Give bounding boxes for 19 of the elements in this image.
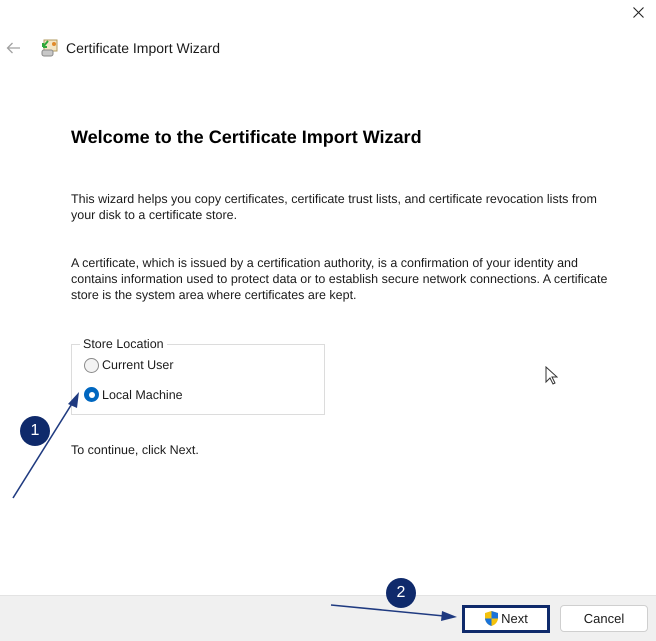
callout-badge: 1 [20, 416, 50, 446]
description-text: This wizard helps you copy certificates, certificate trust lists, and certificate revocation lists from your disk to a certificate store. [71, 191, 598, 223]
wizard-heading: Welcome to the Certificate Import Wizard [71, 126, 423, 149]
window-title: Certificate Import Wizard [66, 38, 220, 58]
group-label: Store Location [82, 336, 165, 353]
mouse-cursor-icon [545, 366, 558, 385]
certificate-icon [39, 38, 59, 58]
close-icon[interactable] [633, 7, 644, 18]
radio-label[interactable]: Local Machine [102, 386, 183, 404]
radio-label[interactable]: Current User [102, 356, 174, 374]
radio-button[interactable] [84, 358, 99, 373]
next-button[interactable]: Next [462, 604, 550, 632]
radio-button[interactable] [84, 387, 99, 402]
description-text: A certificate, which is issued by a certification authority, is a confirmation of your identity and contains information used to protect data or to establish secure network connections. A certificate store is the system area where certificates are kept. [71, 255, 608, 303]
back-arrow-icon[interactable] [6, 42, 21, 54]
instruction-text: To continue, click Next. [71, 442, 200, 459]
callout-badge: 2 [386, 578, 416, 608]
shield-icon [484, 610, 500, 627]
cancel-button[interactable]: Cancel [560, 605, 648, 632]
